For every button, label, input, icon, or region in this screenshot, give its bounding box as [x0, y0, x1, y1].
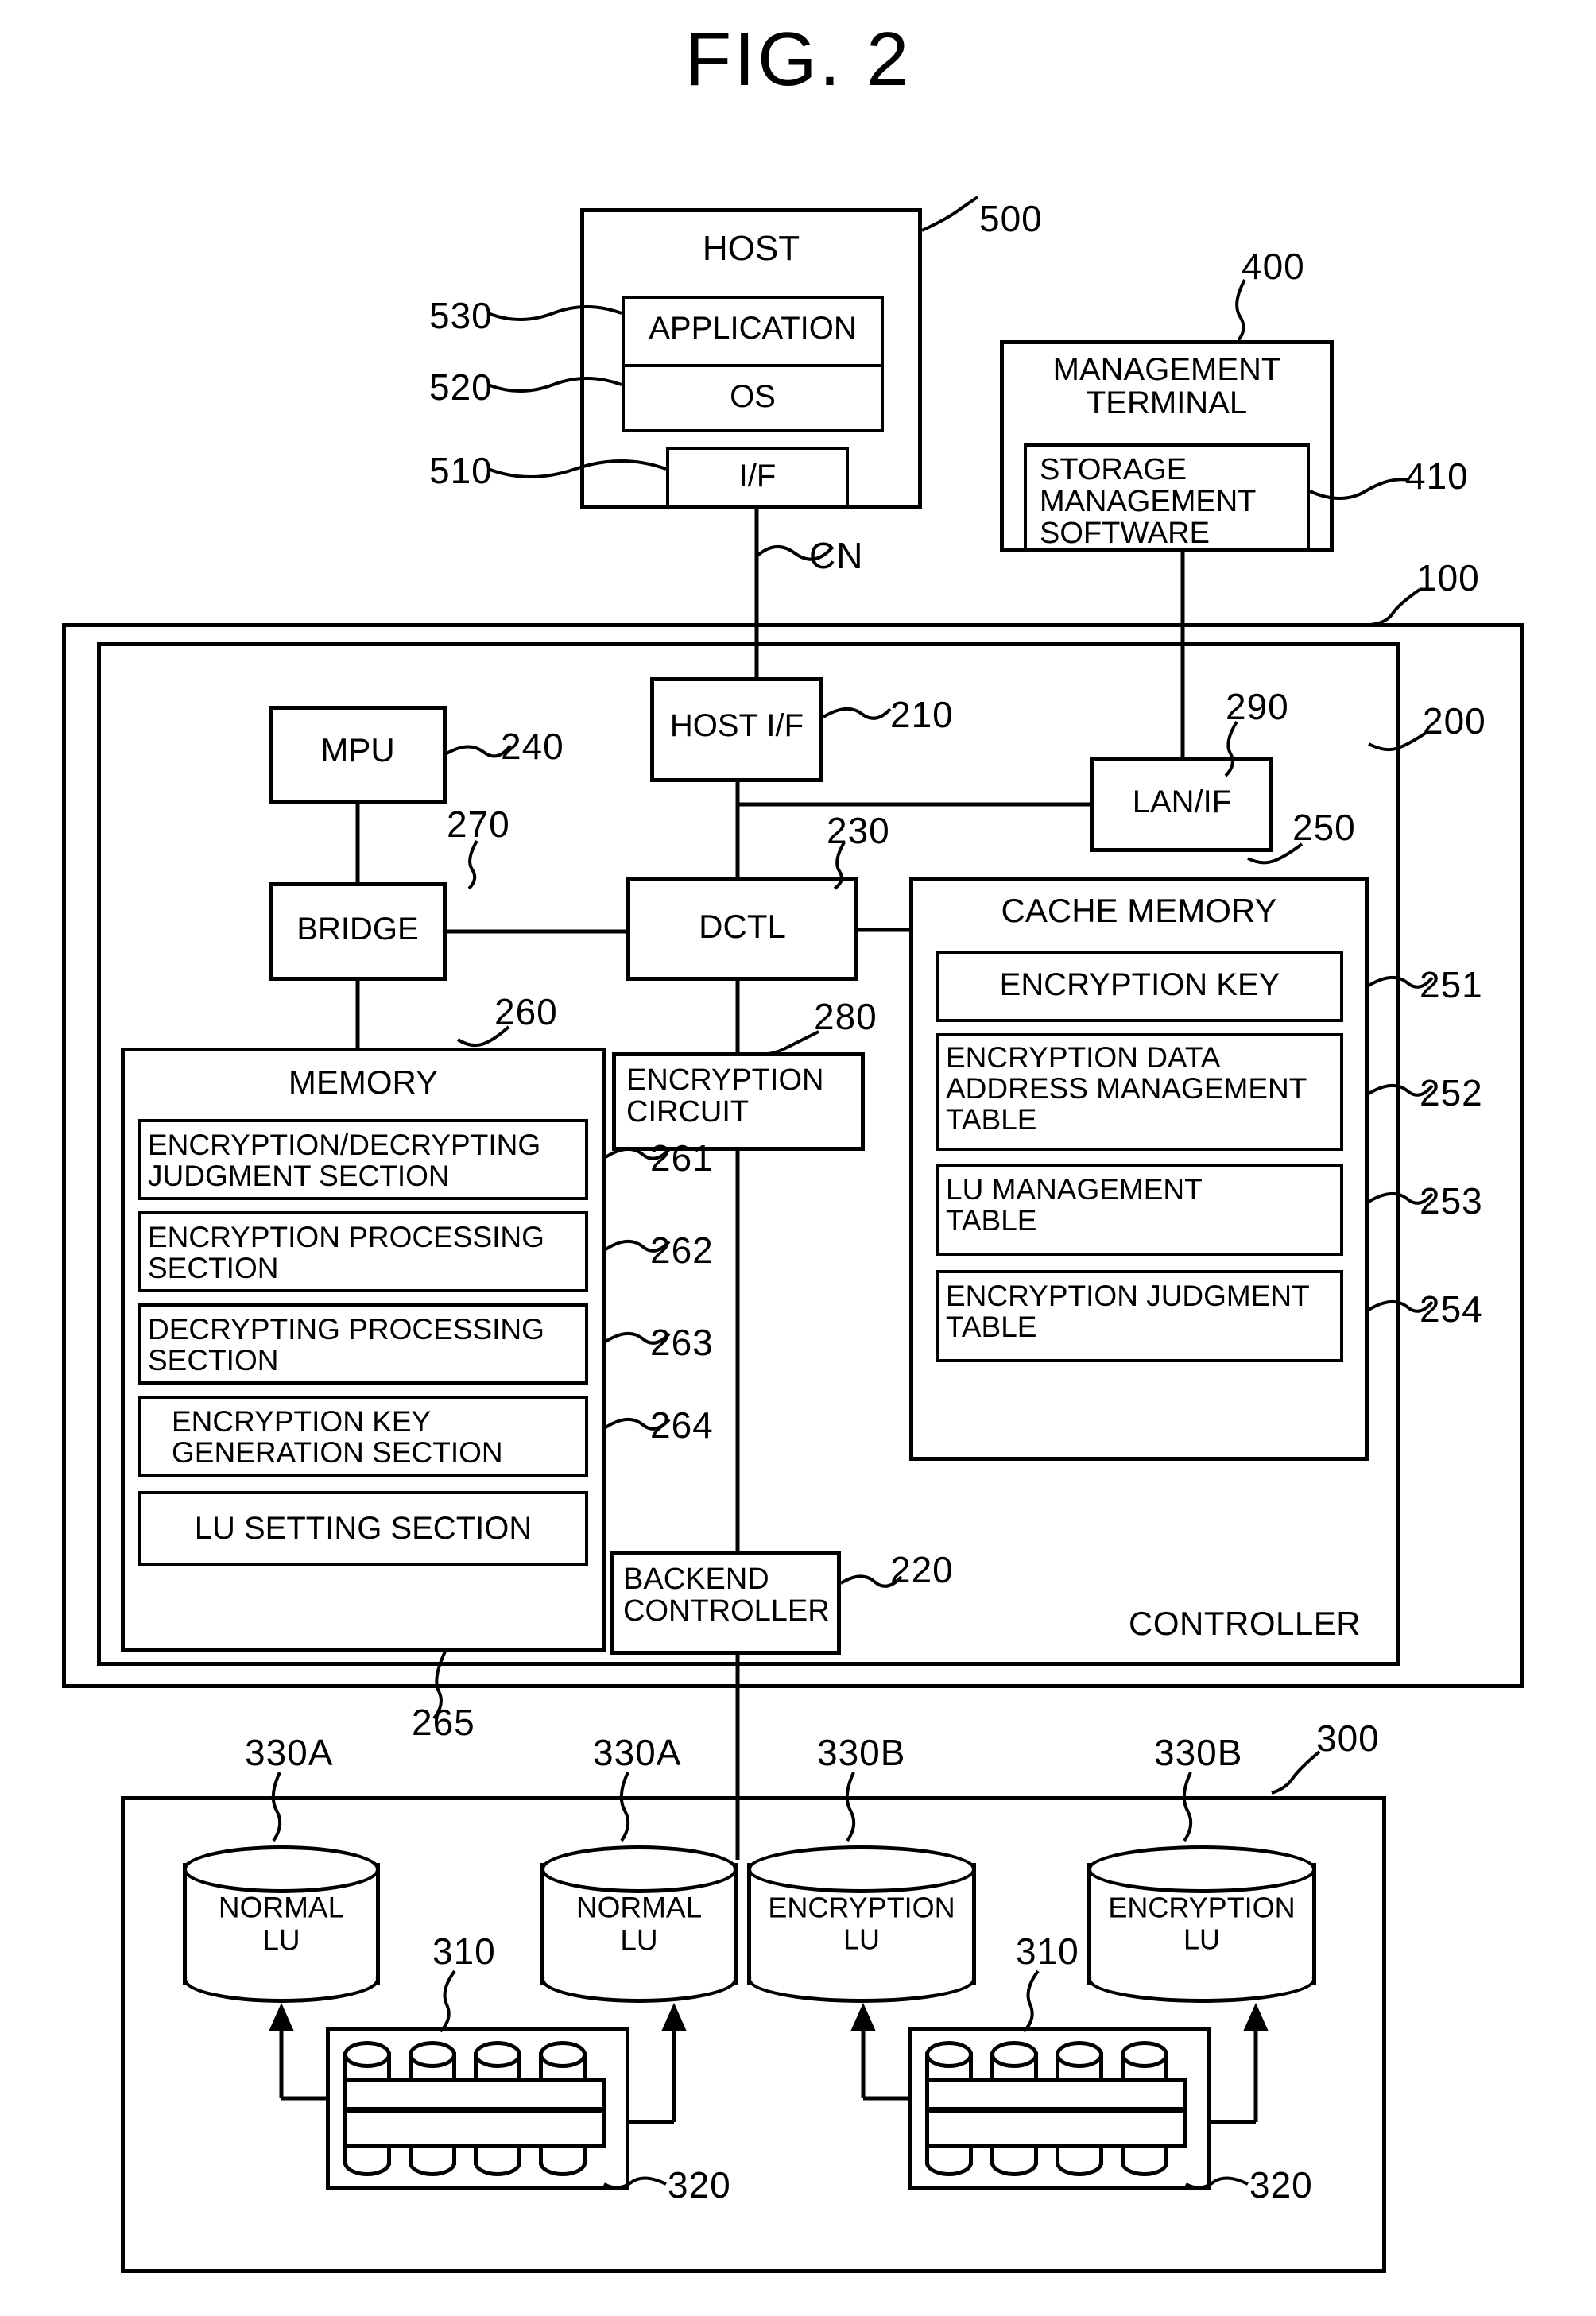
- cache-memory-ref: 250: [1292, 807, 1356, 848]
- host-title: HOST: [702, 229, 800, 268]
- disk-top: [539, 2041, 587, 2068]
- memory-section-1-label: ENCRYPTION PROCESSING SECTION: [148, 1221, 544, 1284]
- memory-section-1-ref: 262: [650, 1230, 714, 1271]
- disk-top: [925, 2041, 973, 2068]
- disk-top: [990, 2041, 1038, 2068]
- controller-label: CONTROLLER: [1129, 1605, 1362, 1642]
- memory-section-2-ref: 263: [650, 1322, 714, 1363]
- logical-unit-3-label: ENCRYPTION LU: [1108, 1891, 1296, 1956]
- host-ref: 500: [979, 198, 1043, 239]
- logical-unit-2: ENCRYPTION LU: [747, 1845, 976, 2003]
- cache-item-1-label: ENCRYPTION DATA ADDRESS MANAGEMENT TABLE: [946, 1041, 1307, 1136]
- cache-item-2-label: LU MANAGEMENT TABLE: [946, 1173, 1203, 1237]
- disk-top: [1056, 2041, 1103, 2068]
- lan-if-ref: 290: [1226, 686, 1289, 727]
- host-interface-ref: 510: [429, 450, 493, 491]
- cylinder-top: [183, 1845, 380, 1893]
- host-os-ref: 520: [429, 366, 493, 408]
- memory-ref: 260: [494, 991, 558, 1032]
- mpu-ref: 240: [501, 726, 564, 767]
- disk-array-0-array-ref: 320: [668, 2164, 731, 2206]
- memory-section-3-ref: 264: [650, 1404, 714, 1446]
- storage-management-software-label: STORAGE MANAGEMENT SOFTWARE: [1040, 453, 1257, 550]
- logical-unit-3: ENCRYPTION LU: [1087, 1845, 1316, 2003]
- memory-section-0-label: ENCRYPTION/DECRYPTING JUDGMENT SECTION: [148, 1129, 541, 1192]
- logical-unit-3-ref: 330B: [1154, 1732, 1243, 1773]
- controller-ref: 200: [1423, 700, 1486, 742]
- logical-unit-1-ref: 330A: [593, 1732, 682, 1773]
- dctl-label: DCTL: [699, 908, 786, 945]
- disk-array-1-disk-ref: 310: [1016, 1931, 1079, 1972]
- host-interface-label: I/F: [738, 459, 777, 494]
- logical-unit-0-ref: 330A: [245, 1732, 334, 1773]
- disk-array-1-band-top: [925, 2078, 1187, 2111]
- cache-item-0-label: ENCRYPTION KEY: [999, 967, 1280, 1002]
- memory-section-0-ref: 261: [650, 1137, 714, 1179]
- cache-item-3-ref: 254: [1420, 1288, 1483, 1330]
- storage-management-software-ref: 410: [1405, 455, 1469, 497]
- encryption-circuit-label: ENCRYPTION CIRCUIT: [626, 1063, 824, 1129]
- cache-item-0-ref: 251: [1420, 964, 1483, 1005]
- cache-memory-title: CACHE MEMORY: [1001, 892, 1277, 929]
- logical-unit-2-label: ENCRYPTION LU: [768, 1891, 955, 1956]
- disk-array-0-disk-ref: 310: [432, 1931, 496, 1972]
- figure-title: FIG. 2: [684, 17, 912, 102]
- logical-unit-0: NORMAL LU: [183, 1845, 380, 2003]
- lan-if-label: LAN/IF: [1132, 784, 1232, 819]
- host-if-label: HOST I/F: [669, 708, 804, 743]
- memory-title: MEMORY: [288, 1063, 439, 1101]
- disk-top: [409, 2041, 456, 2068]
- disk-top: [474, 2041, 521, 2068]
- memory-bus-ref: 265: [412, 1702, 475, 1743]
- logical-unit-1: NORMAL LU: [540, 1845, 738, 2003]
- memory-section-4-label: LU SETTING SECTION: [194, 1511, 533, 1546]
- cache-item-3-label: ENCRYPTION JUDGMENT TABLE: [946, 1280, 1310, 1343]
- disk-array-0-band-bottom: [343, 2109, 606, 2148]
- mpu-label: MPU: [320, 731, 395, 769]
- backend-controller-label: BACKEND CONTROLLER: [623, 1563, 830, 1628]
- cylinder-top: [1087, 1845, 1316, 1893]
- dctl-ref: 230: [827, 810, 890, 851]
- memory-section-2-label: DECRYPTING PROCESSING SECTION: [148, 1313, 544, 1377]
- storage-system-ref: 100: [1416, 557, 1480, 598]
- management-terminal-title: MANAGEMENT TERMINAL: [1052, 352, 1281, 420]
- cylinder-top: [747, 1845, 976, 1893]
- disk-top: [343, 2041, 391, 2068]
- host-application-ref: 530: [429, 295, 493, 336]
- backend-controller-ref: 220: [890, 1549, 954, 1590]
- logical-unit-0-label: NORMAL LU: [218, 1891, 345, 1957]
- cylinder-top: [540, 1845, 738, 1893]
- host-application-label: APPLICATION: [649, 311, 857, 346]
- storage-unit-ref: 300: [1316, 1718, 1380, 1759]
- disk-array-1-band-bottom: [925, 2109, 1187, 2148]
- logical-unit-1-label: NORMAL LU: [575, 1891, 703, 1957]
- disk-top: [1121, 2041, 1168, 2068]
- host-if-ref: 210: [890, 694, 954, 735]
- encryption-circuit-ref: 280: [814, 996, 877, 1037]
- bridge-label: BRIDGE: [296, 912, 419, 947]
- logical-unit-2-ref: 330B: [817, 1732, 906, 1773]
- disk-array-0-band-top: [343, 2078, 606, 2111]
- cache-item-1-ref: 252: [1420, 1072, 1483, 1113]
- network-label: CN: [809, 535, 864, 576]
- bridge-ref: 270: [447, 804, 510, 845]
- cache-item-2-ref: 253: [1420, 1180, 1483, 1222]
- management-terminal-ref: 400: [1242, 246, 1305, 287]
- memory-section-3-label: ENCRYPTION KEY GENERATION SECTION: [172, 1405, 503, 1469]
- host-os-label: OS: [730, 379, 776, 414]
- figure-canvas: FIG. 2 HOST APPLICATION OS I/F 500 530 5…: [0, 0, 1596, 2316]
- disk-array-1-array-ref: 320: [1249, 2164, 1313, 2206]
